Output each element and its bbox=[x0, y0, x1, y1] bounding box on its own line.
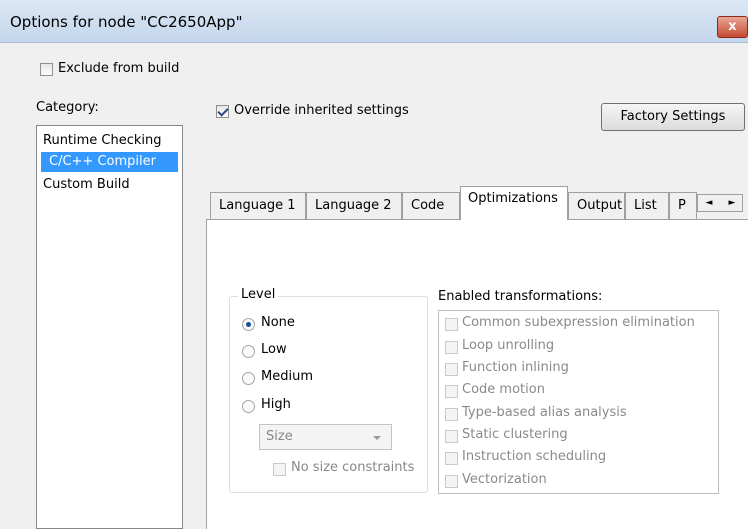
level-none-radio[interactable] bbox=[242, 318, 255, 331]
cse-checkbox[interactable] bbox=[445, 318, 458, 331]
options-dialog: Options for node "CC2650App" x Exclude f… bbox=[0, 0, 748, 529]
override-inherited-label: Override inherited settings bbox=[234, 103, 409, 118]
level-high-radio[interactable] bbox=[242, 400, 255, 413]
vectorization-checkbox[interactable] bbox=[445, 475, 458, 488]
exclude-from-build-label: Exclude from build bbox=[58, 61, 180, 76]
no-size-constraints-checkbox[interactable] bbox=[273, 463, 286, 476]
code-motion-checkbox[interactable] bbox=[445, 385, 458, 398]
tab-optimizations[interactable]: Optimizations bbox=[460, 186, 568, 220]
cse-label: Common subexpression elimination bbox=[462, 315, 695, 330]
level-none-label: None bbox=[261, 315, 295, 330]
level-low-label: Low bbox=[261, 342, 287, 357]
type-based-alias-checkbox[interactable] bbox=[445, 408, 458, 421]
close-button[interactable]: x bbox=[717, 16, 748, 38]
tab-output[interactable]: Output bbox=[568, 192, 625, 219]
category-item-runtime-checking[interactable]: Runtime Checking bbox=[41, 131, 178, 151]
tab-partial[interactable]: P bbox=[669, 192, 697, 219]
tab-code[interactable]: Code bbox=[402, 192, 460, 219]
category-label: Category: bbox=[36, 100, 99, 115]
tab-list[interactable]: List bbox=[625, 192, 669, 219]
vectorization-label: Vectorization bbox=[462, 472, 547, 487]
tab-language-1[interactable]: Language 1 bbox=[210, 192, 306, 219]
category-list[interactable]: Runtime Checking C/C++ Compiler Custom B… bbox=[36, 125, 183, 529]
instruction-scheduling-checkbox[interactable] bbox=[445, 452, 458, 465]
code-motion-label: Code motion bbox=[462, 382, 545, 397]
scroll-right-icon[interactable]: ► bbox=[721, 197, 743, 210]
level-low-radio[interactable] bbox=[242, 345, 255, 358]
factory-settings-button[interactable]: Factory Settings bbox=[601, 103, 745, 131]
loop-unrolling-label: Loop unrolling bbox=[462, 338, 555, 353]
static-clustering-label: Static clustering bbox=[462, 427, 568, 442]
title-bar: Options for node "CC2650App" x bbox=[0, 0, 748, 43]
static-clustering-checkbox[interactable] bbox=[445, 430, 458, 443]
function-inlining-label: Function inlining bbox=[462, 360, 569, 375]
no-size-constraints-label: No size constraints bbox=[291, 460, 415, 475]
chevron-down-icon bbox=[373, 436, 381, 440]
window-title: Options for node "CC2650App" bbox=[10, 13, 243, 31]
level-high-label: High bbox=[261, 397, 291, 412]
override-inherited-checkbox[interactable] bbox=[216, 105, 229, 118]
level-label: Level bbox=[238, 287, 279, 302]
enabled-transformations-label: Enabled transformations: bbox=[438, 289, 603, 304]
close-icon: x bbox=[728, 19, 737, 34]
tab-scroll-control: ◄ ► bbox=[697, 194, 743, 212]
type-based-alias-label: Type-based alias analysis bbox=[462, 405, 627, 420]
level-medium-radio[interactable] bbox=[242, 372, 255, 385]
instruction-scheduling-label: Instruction scheduling bbox=[462, 449, 607, 464]
category-item-custom-build[interactable]: Custom Build bbox=[41, 175, 178, 195]
function-inlining-checkbox[interactable] bbox=[445, 363, 458, 376]
tab-language-2[interactable]: Language 2 bbox=[306, 192, 402, 219]
scroll-left-icon[interactable]: ◄ bbox=[698, 197, 720, 210]
level-medium-label: Medium bbox=[261, 369, 313, 384]
category-item-cpp-compiler[interactable]: C/C++ Compiler bbox=[41, 152, 178, 172]
exclude-from-build-checkbox[interactable] bbox=[40, 63, 53, 76]
loop-unrolling-checkbox[interactable] bbox=[445, 341, 458, 354]
